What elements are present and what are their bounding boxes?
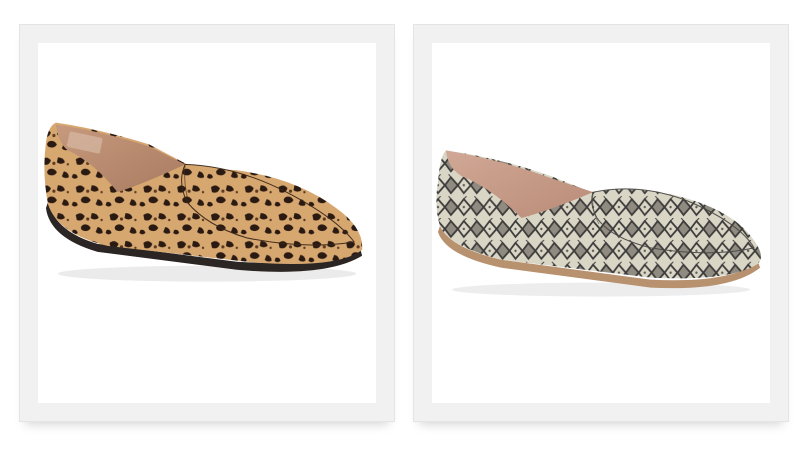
photo-frame-leopard-flat: [19, 24, 395, 422]
photo-frame-snakeskin-flat: [413, 24, 789, 422]
snakeskin-print-loafer-illustration: [436, 150, 761, 297]
product-photo-snakeskin-flat[interactable]: [432, 43, 770, 403]
product-photo-leopard-flat[interactable]: [38, 43, 376, 403]
leopard-print-loafer-illustration: [44, 122, 363, 282]
image-gallery: [0, 0, 800, 451]
